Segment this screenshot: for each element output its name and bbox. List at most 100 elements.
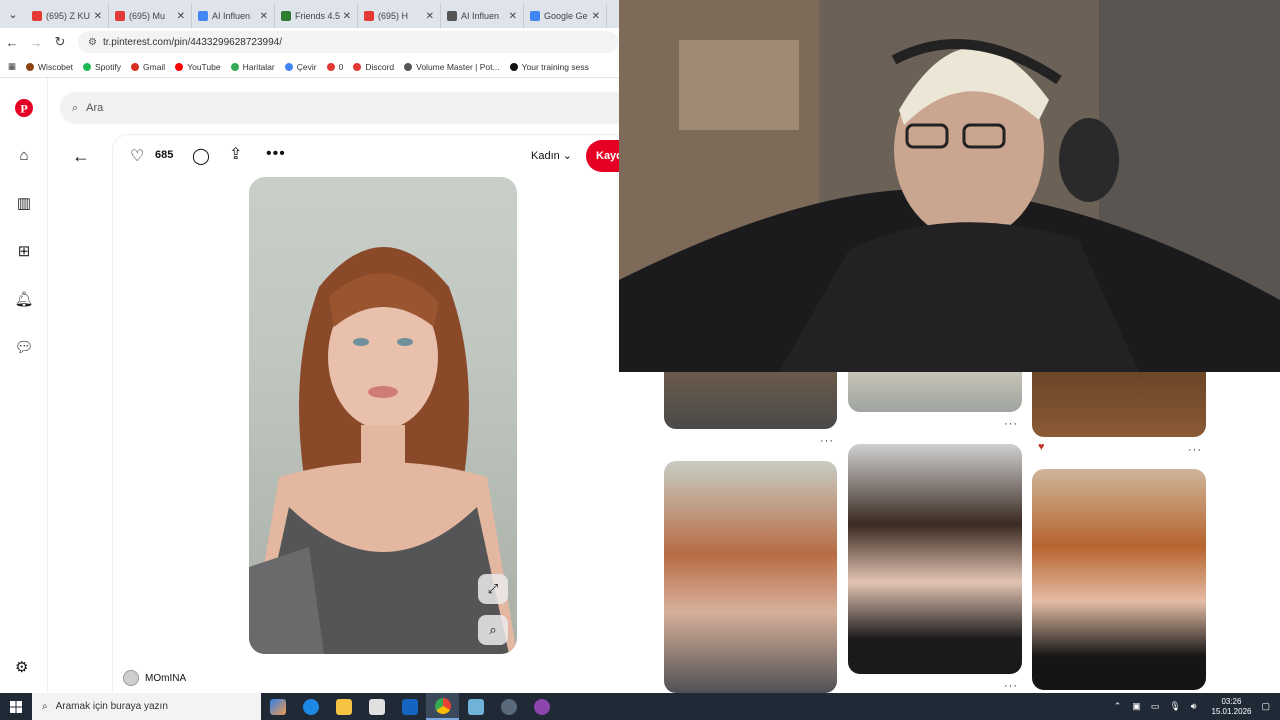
bookmark-item[interactable]: Discord — [353, 62, 394, 72]
reload-icon[interactable]: ↻ — [48, 34, 72, 50]
bookmark-favicon-icon — [326, 62, 335, 71]
home-icon[interactable]: ⌂ — [14, 145, 34, 165]
related-pin-image[interactable] — [664, 372, 837, 429]
address-bar-row: ← → ↻ ⚙ tr.pinterest.com/pin/44332996287… — [0, 28, 619, 56]
bookmark-item[interactable]: Your training sess — [509, 62, 589, 72]
forward-arrow-icon[interactable]: → — [24, 35, 48, 50]
bookmarks-bar: ▦ Wiscobet Spotify Gmail YouTube Haritalar Çe… — [0, 56, 619, 78]
microphone-icon[interactable]: 🎙︎ — [1169, 701, 1180, 712]
tab-favicon-icon — [32, 11, 42, 21]
notepad-icon[interactable] — [459, 693, 492, 720]
board-selector[interactable]: Kadın ⌄ — [531, 149, 572, 162]
chrome-icon[interactable] — [426, 693, 459, 720]
windows-start-icon[interactable] — [0, 693, 32, 720]
more-options-icon[interactable]: ••• — [266, 145, 286, 163]
bookmark-item[interactable]: Çevir — [284, 62, 317, 72]
close-tab-icon[interactable]: ✕ — [592, 11, 600, 22]
bookmark-item[interactable]: Wiscobet — [26, 62, 73, 72]
apps-grid-icon[interactable]: ▦ — [8, 61, 16, 72]
bookmark-label: 0 — [338, 61, 344, 72]
tab-search-chevron-icon[interactable]: ⌄ — [0, 0, 26, 28]
windows-taskbar: ⌕ Aramak için buraya yazın ⌃ ▣ ▭ 🎙︎ 🔊︎ 0… — [0, 693, 1280, 720]
back-arrow-icon[interactable]: ← — [72, 146, 90, 167]
url-text: tr.pinterest.com/pin/4433299628723994/ — [102, 36, 282, 48]
pin-author[interactable]: MOmINA — [123, 670, 186, 686]
network-icon[interactable]: ▣ — [1132, 701, 1141, 712]
browser-tab[interactable]: Friends 4.5 ✕ — [275, 4, 358, 28]
app-icon[interactable] — [525, 693, 558, 720]
share-icon[interactable]: ⇪ — [229, 144, 242, 164]
search-icon: ⌕ — [72, 101, 79, 114]
date: 15.01.2026 — [1211, 706, 1252, 716]
bookmark-item[interactable]: Gmail — [131, 62, 165, 72]
browser-tab[interactable]: (695) Z KU ✕ — [26, 4, 109, 28]
file-explorer-icon[interactable] — [327, 693, 360, 720]
bookmark-label: Discord — [365, 61, 395, 72]
explore-icon[interactable]: ▥ — [14, 193, 34, 213]
bookmark-item[interactable]: 0 — [326, 61, 344, 72]
bookmark-item[interactable]: Haritalar — [230, 62, 275, 72]
more-options-icon[interactable]: ··· — [820, 435, 834, 447]
close-tab-icon[interactable]: ✕ — [94, 11, 102, 22]
pinterest-logo-icon[interactable]: P — [14, 98, 34, 118]
tab-title: AI Influen — [461, 11, 500, 21]
related-pin-image[interactable] — [848, 444, 1022, 674]
mail-icon[interactable] — [393, 693, 426, 720]
bookmark-label: Spotify — [95, 61, 121, 72]
streamer-webcam-feed — [619, 0, 1280, 372]
store-icon[interactable] — [360, 693, 393, 720]
taskbar-search-input[interactable]: ⌕ Aramak için buraya yazın — [32, 693, 261, 720]
bookmark-item[interactable]: Spotify — [83, 62, 121, 72]
url-field[interactable]: ⚙ tr.pinterest.com/pin/4433299628723994/ — [78, 31, 618, 53]
close-tab-icon[interactable]: ✕ — [509, 11, 517, 22]
browser-tab[interactable]: (695) Mu ✕ — [109, 4, 192, 28]
close-tab-icon[interactable]: ✕ — [260, 11, 268, 22]
bookmark-item[interactable]: YouTube — [175, 61, 221, 72]
copilot-icon[interactable] — [261, 693, 294, 720]
browser-tab[interactable]: (695) H ✕ — [358, 4, 441, 28]
related-pin-image[interactable] — [848, 372, 1022, 412]
comment-icon[interactable]: ◯ — [192, 146, 210, 166]
tab-favicon-icon — [281, 11, 291, 21]
related-pin-image[interactable] — [1032, 469, 1206, 690]
tab-favicon-icon — [530, 11, 540, 21]
volume-icon[interactable]: 🔊︎ — [1191, 701, 1197, 712]
browser-tab[interactable]: Google Ge ✕ — [524, 4, 607, 28]
more-options-icon[interactable]: ··· — [1004, 680, 1018, 692]
expand-icon[interactable]: ⤢ — [478, 574, 508, 604]
search-input[interactable]: ⌕ Ara — [60, 92, 619, 124]
settings-gear-icon[interactable]: ⚙ — [15, 658, 28, 676]
browser-tab[interactable]: AI Influen ✕ — [441, 4, 524, 28]
bookmark-favicon-icon — [284, 62, 293, 71]
create-icon[interactable]: ⊞ — [14, 241, 34, 261]
notifications-bell-icon[interactable]: 🔔︎ — [14, 289, 34, 309]
bookmark-label: YouTube — [187, 61, 221, 72]
tray-chevron-icon[interactable]: ⌃ — [1114, 701, 1122, 712]
close-tab-icon[interactable]: ✕ — [177, 11, 185, 22]
battery-icon[interactable]: ▭ — [1151, 701, 1160, 712]
app-icon[interactable] — [492, 693, 525, 720]
edge-icon[interactable] — [294, 693, 327, 720]
more-options-icon[interactable]: ··· — [1188, 444, 1202, 456]
bookmark-favicon-icon — [353, 62, 362, 71]
more-options-icon[interactable]: ··· — [1004, 418, 1018, 430]
clock[interactable]: 03:26 15.01.2026 — [1211, 697, 1251, 717]
search-placeholder: Ara — [86, 102, 104, 114]
related-pin-image[interactable] — [664, 461, 837, 693]
heart-icon[interactable]: ♡ — [130, 146, 144, 166]
notifications-icon[interactable]: ▢ — [1261, 701, 1270, 712]
pin-main-image[interactable]: ⤢ ⌕ — [249, 177, 517, 654]
browser-tab[interactable]: AI Influen ✕ — [192, 4, 275, 28]
related-pin-image[interactable] — [1032, 372, 1206, 437]
tab-title: AI Influen — [212, 11, 251, 21]
close-tab-icon[interactable]: ✕ — [343, 11, 351, 22]
bookmark-item[interactable]: Volume Master | Pot... — [404, 62, 500, 72]
bookmark-label: Gmail — [143, 61, 166, 72]
visual-search-icon[interactable]: ⌕ — [478, 615, 508, 645]
tab-favicon-icon — [198, 11, 208, 21]
site-info-icon[interactable]: ⚙ — [88, 37, 97, 48]
close-tab-icon[interactable]: ✕ — [426, 11, 434, 22]
back-arrow-icon[interactable]: ← — [0, 35, 24, 50]
messages-icon[interactable]: 💬︎ — [14, 337, 34, 357]
heart-icon[interactable]: ♥ — [1038, 441, 1046, 453]
